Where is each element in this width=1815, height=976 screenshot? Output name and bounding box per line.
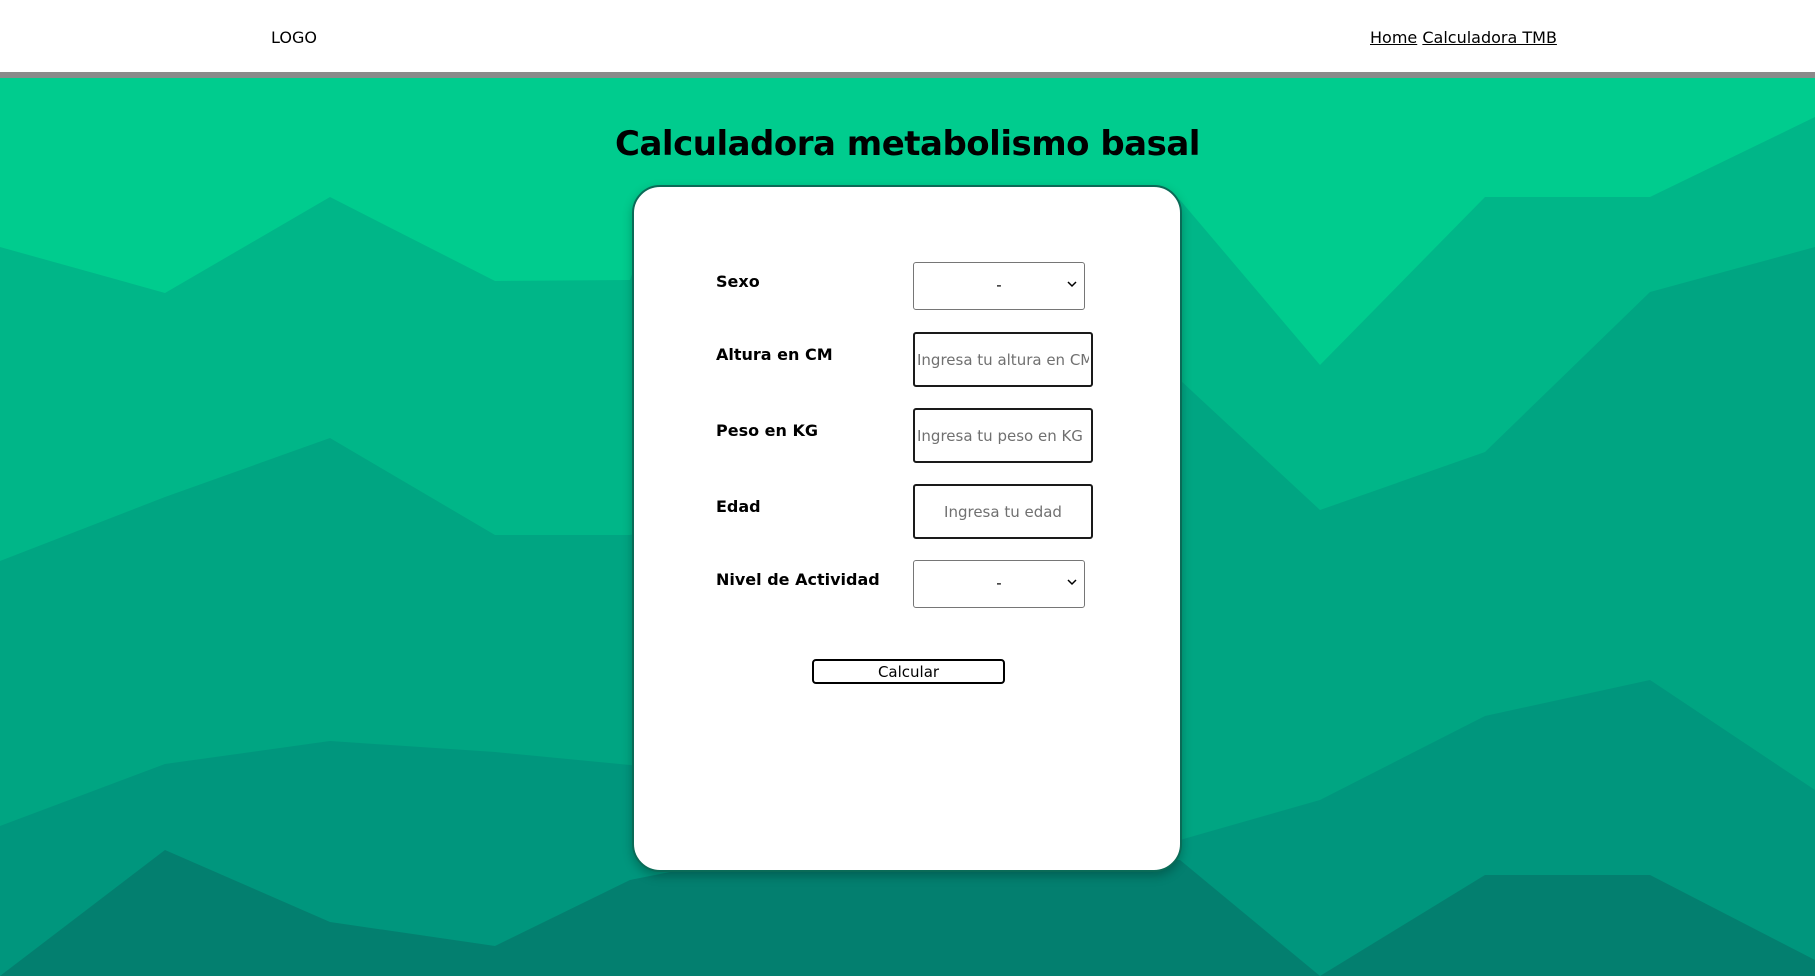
actividad-label: Nivel de Actividad bbox=[716, 570, 880, 589]
chevron-down-icon bbox=[1067, 281, 1077, 288]
actividad-select[interactable]: - bbox=[913, 560, 1085, 608]
altura-label: Altura en CM bbox=[716, 345, 833, 364]
edad-input[interactable] bbox=[913, 484, 1093, 539]
page-title: Calculadora metabolismo basal bbox=[615, 124, 1200, 164]
peso-input[interactable] bbox=[913, 408, 1093, 463]
altura-input[interactable] bbox=[913, 332, 1093, 387]
nav-link-calculadora-tmb[interactable]: Calculadora TMB bbox=[1422, 28, 1557, 47]
sexo-select[interactable]: - bbox=[913, 262, 1085, 310]
chevron-down-icon bbox=[1067, 579, 1077, 586]
logo: LOGO bbox=[271, 28, 317, 47]
nav-link-home[interactable]: Home bbox=[1370, 28, 1417, 47]
sexo-label: Sexo bbox=[716, 272, 760, 291]
edad-label: Edad bbox=[716, 497, 761, 516]
top-navbar: LOGO Home Calculadora TMB bbox=[0, 0, 1815, 78]
nav-links: Home Calculadora TMB bbox=[1370, 28, 1557, 47]
calculator-form-card: Sexo - Altura en CM Peso en KG Edad Nive… bbox=[632, 185, 1182, 872]
peso-label: Peso en KG bbox=[716, 421, 819, 440]
calcular-button[interactable]: Calcular bbox=[812, 659, 1005, 684]
actividad-selected-value: - bbox=[996, 574, 1002, 592]
sexo-selected-value: - bbox=[996, 276, 1002, 294]
